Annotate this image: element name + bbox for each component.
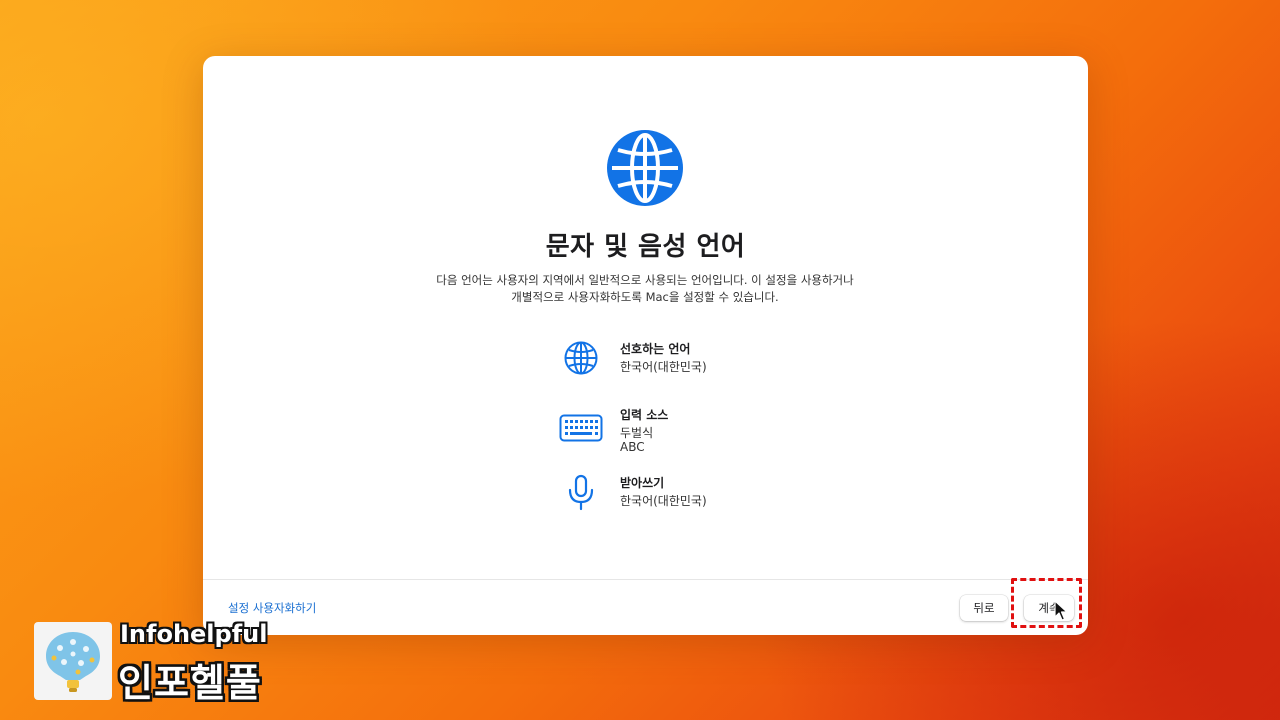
customize-settings-link[interactable]: 설정 사용자화하기 [228,600,316,616]
highlight-annotation [1011,578,1082,628]
keyboard-icon [559,414,603,454]
mouse-cursor-icon [1054,600,1068,621]
setting-value: 한국어(대한민국) [620,494,707,508]
brand-logo [34,622,112,700]
brain-bulb-icon [46,632,100,692]
page-title: 문자 및 음성 언어 [545,232,746,262]
back-button[interactable]: 뒤로 [960,595,1008,621]
setting-label: 받아쓰기 [620,476,665,490]
page-description: 다음 언어는 사용자의 지역에서 일반적으로 사용되는 언어입니다. 이 설정을… [345,272,945,306]
setting-value: 두벌식 [620,426,654,440]
brand-name-korean: 인포헬풀 [118,661,262,705]
footer-divider [203,579,1088,580]
description-line-2: 개별적으로 사용자화하도록 Mac을 설정할 수 있습니다. [511,290,779,304]
globe-icon [559,340,603,380]
setting-label: 선호하는 언어 [620,342,691,356]
setup-window: 문자 및 음성 언어 다음 언어는 사용자의 지역에서 일반적으로 사용되는 언… [203,56,1088,635]
brand-name-english: Infohelpful [120,620,268,648]
globe-icon [607,130,683,206]
setting-value: ABC [620,440,645,454]
setting-label: 입력 소스 [620,408,669,422]
description-line-1: 다음 언어는 사용자의 지역에서 일반적으로 사용되는 언어입니다. 이 설정을… [436,273,854,287]
setting-value: 한국어(대한민국) [620,360,707,374]
microphone-icon [559,474,603,514]
